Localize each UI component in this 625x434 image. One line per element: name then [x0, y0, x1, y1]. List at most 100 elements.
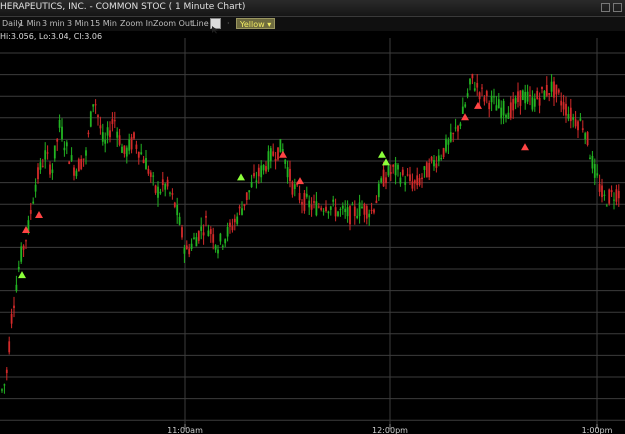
candle-body [77, 159, 80, 172]
candle-body [46, 152, 49, 154]
candle-body [166, 179, 169, 187]
candle-body [363, 203, 366, 215]
candle-body [394, 162, 397, 176]
candle-body [428, 162, 431, 178]
buy-signal-marker [18, 271, 26, 279]
candle-body [334, 207, 337, 217]
sell-signal-marker [461, 113, 469, 121]
candle-body [445, 138, 447, 152]
candle-body [293, 184, 296, 189]
candle-body [495, 105, 498, 111]
candle-body [464, 104, 467, 107]
candle-body [104, 139, 107, 144]
candle-body [548, 93, 551, 95]
candle-body [605, 205, 608, 207]
candle-body [51, 169, 54, 173]
candle-body [87, 132, 90, 135]
candle-body [245, 192, 248, 200]
candle-body [538, 97, 541, 106]
candle-body [185, 245, 188, 250]
candle-body [10, 313, 13, 324]
candle-body [437, 155, 440, 162]
candle-body [493, 96, 495, 98]
candle-body [449, 132, 452, 142]
candle-body [533, 98, 536, 107]
candle-body [341, 205, 344, 209]
candle-body [481, 87, 483, 89]
candle-body [1, 389, 3, 391]
candle-body [169, 192, 171, 194]
candle-body [488, 102, 491, 110]
candle-body [610, 190, 613, 193]
candle-body [22, 245, 25, 250]
candle-body [320, 207, 323, 210]
candle-body [476, 82, 479, 88]
candle-body [229, 222, 231, 227]
candle-body [505, 114, 507, 118]
candle-body [202, 232, 205, 236]
candle-body [164, 183, 167, 190]
sell-signal-marker [474, 101, 482, 109]
candle-body [531, 97, 534, 110]
candle-body [116, 131, 119, 138]
candle-body [154, 185, 157, 193]
candle-body [171, 193, 174, 195]
candle-body [32, 201, 35, 204]
candle-body [329, 206, 332, 210]
candle-body [550, 81, 553, 92]
candle-body [181, 227, 183, 238]
buy-signal-marker [382, 158, 390, 166]
candle-body [440, 158, 443, 160]
candle-body [478, 92, 481, 100]
candle-body [519, 90, 522, 106]
candle-body [577, 121, 579, 131]
candle-body [567, 113, 570, 119]
candle-body [159, 191, 162, 194]
candle-body [44, 150, 47, 160]
candle-body [373, 209, 375, 213]
buy-signal-marker [378, 150, 386, 158]
candle-body [377, 183, 380, 198]
candle-body [128, 139, 131, 151]
candle-body [389, 172, 392, 174]
candle-body [298, 193, 301, 201]
candle-body [118, 135, 121, 145]
candle-body [574, 119, 577, 127]
candle-body [536, 90, 539, 99]
candle-body [418, 178, 421, 185]
candle-body [454, 127, 457, 129]
candle-body [507, 112, 510, 119]
candle-body [615, 189, 618, 202]
candle-body [387, 166, 390, 176]
candle-body [339, 209, 342, 211]
candle-body [272, 151, 275, 156]
candle-body [200, 226, 203, 231]
candle-body [584, 133, 587, 140]
candle-body [557, 89, 560, 93]
price-chart[interactable]: 11:00am 12:00pm 1:00pm [0, 0, 625, 434]
candle-body [603, 194, 606, 196]
candle-body [224, 239, 227, 244]
candle-body [176, 204, 179, 216]
candle-body [490, 95, 493, 103]
candle-body [545, 85, 548, 96]
candle-body [190, 243, 193, 249]
candle-body [541, 87, 543, 89]
candle-body [310, 204, 313, 210]
candle-body [500, 107, 503, 119]
candle-body [411, 181, 414, 189]
candle-body [524, 91, 527, 104]
candle-body [89, 111, 92, 127]
candle-body [13, 305, 15, 309]
candle-body [327, 211, 330, 214]
candle-body [149, 172, 152, 177]
candle-body [82, 158, 85, 160]
candle-body [459, 123, 462, 127]
candle-body [447, 140, 450, 145]
candle-body [421, 177, 423, 180]
candle-body [325, 206, 327, 212]
candle-body [399, 177, 402, 184]
candle-body [274, 158, 277, 162]
candle-body [157, 186, 159, 198]
candle-body [423, 166, 426, 170]
